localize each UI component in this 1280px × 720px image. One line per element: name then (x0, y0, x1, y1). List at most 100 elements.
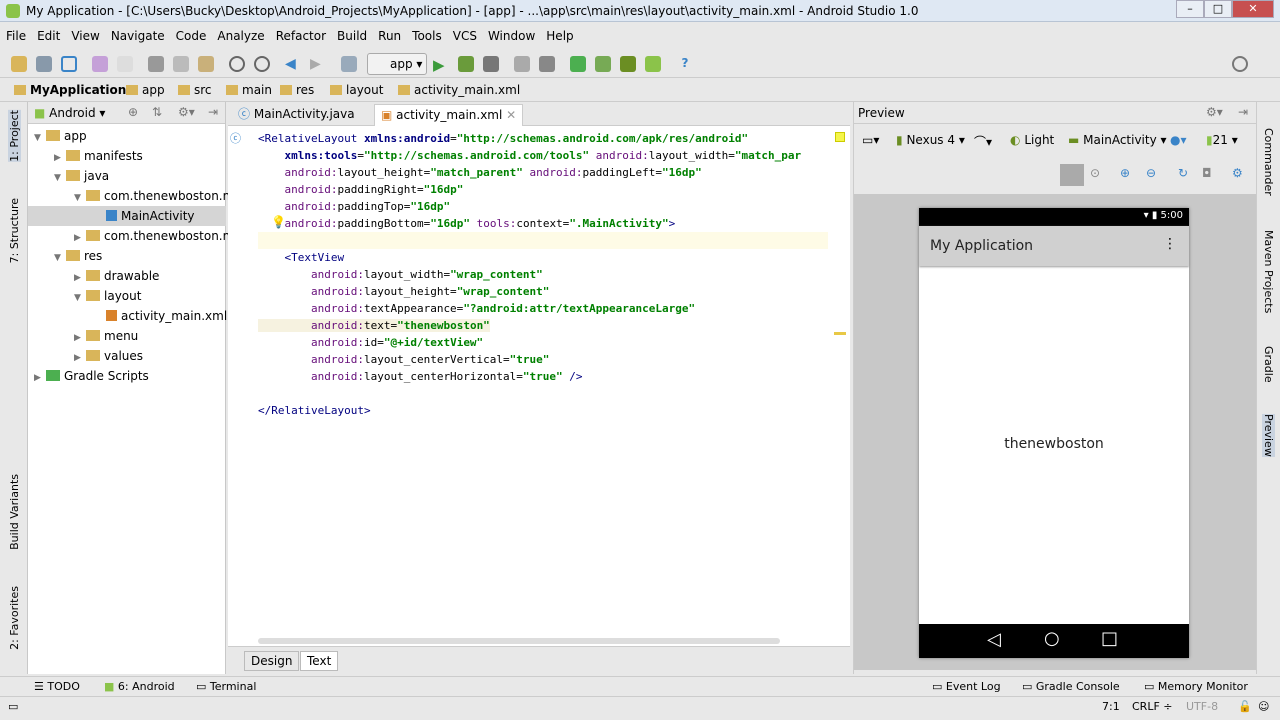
zoom-to-fit-icon[interactable] (1060, 164, 1084, 186)
search-everywhere-icon[interactable] (1232, 56, 1248, 72)
expand-arrow-icon[interactable]: ▶ (74, 328, 86, 348)
event-log-tool-tab[interactable]: ▭ Event Log (932, 680, 1001, 693)
tree-item[interactable]: ▶ com.thenewboston.m (28, 226, 234, 248)
activity-select[interactable]: ▬ MainActivity ▾ (1068, 133, 1167, 147)
tree-item[interactable]: MainActivity (28, 206, 226, 226)
tree-item[interactable]: ▼ layout (28, 286, 226, 306)
hide-panel-icon[interactable]: ⇥ (208, 105, 218, 119)
warning-marker[interactable] (834, 332, 846, 335)
crumb-res[interactable]: res (280, 83, 314, 97)
menu-window[interactable]: Window (482, 26, 540, 43)
settings-icon[interactable] (539, 56, 555, 72)
device-select[interactable]: ▮ Nexus 4 ▾ (896, 133, 965, 147)
api-level-select[interactable]: ▮21 ▾ (1206, 133, 1238, 147)
todo-tool-tab[interactable]: ☰ TODO (34, 680, 80, 693)
device-config-icon[interactable]: ▭▾ (862, 133, 879, 147)
terminal-tool-tab[interactable]: ▭ Terminal (196, 680, 256, 693)
build-variants-tool-tab[interactable]: Build Variants (8, 474, 21, 550)
tab-design[interactable]: Design (244, 651, 300, 671)
android-tool-tab[interactable]: ■ 6: Android (104, 680, 175, 693)
save-icon[interactable] (36, 56, 52, 72)
file-encoding[interactable]: UTF-8 (1186, 700, 1218, 713)
crumb-layout[interactable]: layout (330, 83, 383, 97)
crumb-activity-main[interactable]: activity_main.xml (398, 83, 520, 97)
replace-icon[interactable] (254, 56, 270, 72)
close-tab-icon[interactable]: ✕ (506, 108, 516, 122)
expand-arrow-icon[interactable]: ▶ (74, 268, 86, 288)
tree-item[interactable]: ▼ app (28, 126, 226, 146)
horizontal-scrollbar[interactable] (258, 638, 780, 644)
redo-icon[interactable] (117, 56, 133, 72)
preview-tool-tab[interactable]: Preview (1262, 414, 1275, 457)
refresh-icon[interactable]: ↻ (1178, 166, 1188, 180)
find-icon[interactable] (229, 56, 245, 72)
tree-item[interactable]: activity_main.xml (28, 306, 227, 326)
menu-code[interactable]: Code (170, 26, 212, 43)
sdk-manager-icon[interactable] (620, 56, 636, 72)
crumb-main[interactable]: main (226, 83, 272, 97)
actual-size-icon[interactable]: ⊙ (1090, 166, 1100, 180)
menu-file[interactable]: File (0, 26, 31, 43)
menu-tools[interactable]: Tools (406, 26, 447, 43)
zoom-out-icon[interactable]: ⊖ (1146, 166, 1156, 180)
tree-item[interactable]: ▶ manifests (28, 146, 226, 166)
open-icon[interactable] (11, 56, 27, 72)
panel-settings-icon[interactable]: ⚙▾ (178, 105, 195, 119)
tree-item[interactable]: ▶ drawable (28, 266, 226, 286)
hide-preview-icon[interactable]: ⇥ (1238, 105, 1248, 119)
paste-icon[interactable] (198, 56, 214, 72)
overflow-menu-icon[interactable]: ⋮ (1163, 236, 1177, 252)
copy-icon[interactable] (173, 56, 189, 72)
tab-text[interactable]: Text (300, 651, 339, 671)
favorites-tool-tab[interactable]: 2: Favorites (8, 586, 21, 650)
textview-preview[interactable]: thenewboston (919, 436, 1189, 452)
menu-navigate[interactable]: Navigate (105, 26, 170, 43)
make-icon[interactable] (341, 56, 357, 72)
project-tool-tab[interactable]: 1: Project (8, 110, 21, 162)
android-monitor-icon[interactable] (645, 56, 661, 72)
line-separator[interactable]: CRLF ÷ (1132, 700, 1173, 713)
run-icon[interactable]: ▶ (433, 56, 449, 74)
menu-run[interactable]: Run (372, 26, 406, 43)
tree-item[interactable]: ▼ com.thenewboston.m (28, 186, 234, 208)
theme-select[interactable]: ◐ Light (1010, 133, 1054, 147)
collapse-arrow-icon[interactable]: ▼ (74, 188, 86, 208)
debug-icon[interactable] (458, 56, 474, 72)
gradle-tool-tab[interactable]: Gradle (1262, 346, 1275, 383)
undo-icon[interactable] (92, 56, 108, 72)
memory-monitor-tool-tab[interactable]: ▭ Memory Monitor (1144, 680, 1248, 693)
orientation-select[interactable]: ⌒▾ (974, 133, 992, 150)
structure-tool-tab[interactable]: 7: Structure (8, 198, 21, 263)
menu-analyze[interactable]: Analyze (211, 26, 269, 43)
menu-view[interactable]: View (65, 26, 104, 43)
locale-select[interactable]: ●▾ (1170, 133, 1187, 147)
expand-arrow-icon[interactable]: ▶ (74, 348, 86, 368)
inspection-status-icon[interactable] (835, 132, 845, 142)
tree-item[interactable]: ▼ java (28, 166, 226, 186)
project-structure-icon[interactable] (514, 56, 530, 72)
project-view-select[interactable]: ■ Android ▾ (34, 106, 105, 120)
forward-icon[interactable]: ▶ (310, 56, 326, 72)
tab-mainactivity-java[interactable]: ⓒ MainActivity.java (232, 104, 361, 126)
maximize-button[interactable]: □ (1204, 0, 1232, 18)
crumb-src[interactable]: src (178, 83, 212, 97)
back-icon[interactable]: ◀ (285, 56, 301, 72)
cut-icon[interactable] (148, 56, 164, 72)
expand-arrow-icon[interactable]: ▶ (74, 228, 86, 248)
attach-debugger-icon[interactable] (483, 56, 499, 72)
options-gear-icon[interactable]: ⚙ (1232, 166, 1243, 180)
sync-icon[interactable] (61, 56, 77, 72)
collapse-arrow-icon[interactable]: ▼ (34, 128, 46, 148)
close-button[interactable]: ✕ (1232, 0, 1274, 18)
menu-edit[interactable]: Edit (31, 26, 65, 43)
collapse-arrow-icon[interactable]: ▼ (54, 168, 66, 188)
expand-arrow-icon[interactable]: ▶ (34, 368, 46, 388)
inspector-icon[interactable]: ☺ (1258, 700, 1269, 713)
menu-refactor[interactable]: Refactor (270, 26, 331, 43)
caret-position[interactable]: 7:1 (1102, 700, 1120, 713)
tree-item[interactable]: ▶ menu (28, 326, 226, 346)
help-icon[interactable]: ? (677, 56, 693, 72)
collapse-all-icon[interactable]: ⇅ (152, 105, 162, 119)
maven-tool-tab[interactable]: Maven Projects (1262, 230, 1275, 313)
menu-help[interactable]: Help (540, 26, 578, 43)
